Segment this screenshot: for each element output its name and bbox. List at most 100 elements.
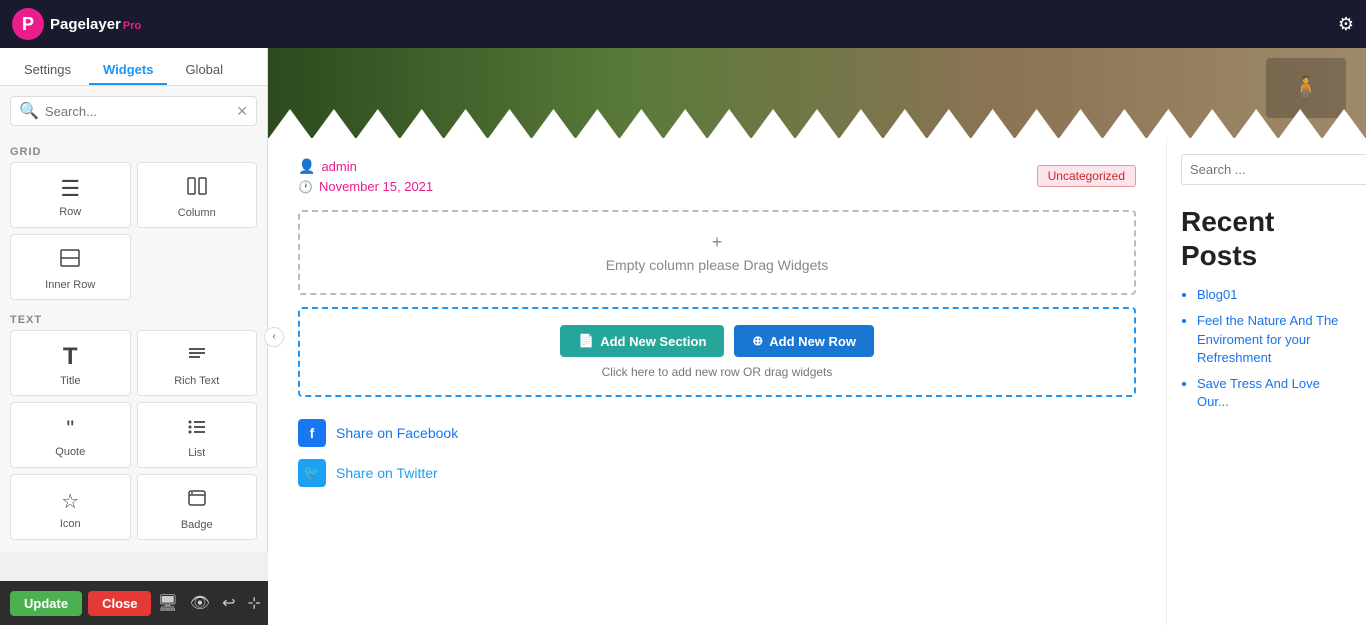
gear-button[interactable]: ⚙ <box>1338 14 1354 35</box>
widget-search-area: 🔍 ✕ <box>0 86 267 132</box>
sidebar-tabs: Settings Widgets Global <box>0 48 267 86</box>
twitter-icon: 🐦 <box>298 459 326 487</box>
tab-settings[interactable]: Settings <box>10 56 85 85</box>
widget-icon[interactable]: ☆ Icon <box>10 474 131 540</box>
clear-search-button[interactable]: ✕ <box>236 103 248 120</box>
author-name: admin <box>321 159 356 174</box>
topbar: P PagelayerPro ⚙ <box>0 0 1366 48</box>
drop-zone-text: Empty column please Drag Widgets <box>606 257 829 273</box>
post-meta: 👤 admin 🕐 November 15, 2021 Uncategorize… <box>298 158 1136 194</box>
sidebar: Settings Widgets Global 🔍 ✕ GRID ☰ Row <box>0 48 268 552</box>
share-twitter-button[interactable]: 🐦 Share on Twitter <box>298 453 1136 493</box>
widget-inner-row[interactable]: Inner Row <box>10 234 131 300</box>
clock-icon: 🕐 <box>298 180 313 194</box>
desktop-icon[interactable]: 🖥 <box>157 593 177 613</box>
widget-quote[interactable]: " Quote <box>10 402 131 468</box>
logo-pro-badge: Pro <box>123 20 141 32</box>
plus-circle-icon: ⊕ <box>752 333 763 349</box>
meta-left: 👤 admin 🕐 November 15, 2021 <box>298 158 433 194</box>
row-label: Row <box>59 206 81 218</box>
badge-label: Badge <box>181 519 213 531</box>
search-widget: Search <box>1181 154 1352 185</box>
add-section-label: Add New Section <box>600 334 706 349</box>
icon-icon: ☆ <box>61 489 79 514</box>
rich-text-icon <box>186 343 208 371</box>
recent-post-item[interactable]: Save Tress And Love Our... <box>1197 375 1352 411</box>
list-icon <box>186 415 208 443</box>
grid-widgets: ☰ Row Column <box>10 162 257 300</box>
plus-icon: + <box>320 232 1114 253</box>
widget-list: GRID ☰ Row Column <box>0 132 267 552</box>
title-label: Title <box>60 375 80 387</box>
widget-row[interactable]: ☰ Row <box>10 162 131 228</box>
widget-badge[interactable]: Badge <box>137 474 258 540</box>
hero-image: 🧍 <box>268 48 1366 138</box>
search-input-wrap: Search <box>1181 154 1352 185</box>
add-row-label: Add New Row <box>769 334 856 349</box>
user-icon: 👤 <box>298 158 315 175</box>
sidebar-wrapper: Settings Widgets Global 🔍 ✕ GRID ☰ Row <box>0 48 268 625</box>
post-date: 🕐 November 15, 2021 <box>298 179 433 194</box>
list-label: List <box>188 447 205 459</box>
tab-widgets[interactable]: Widgets <box>89 56 167 85</box>
logo-name-text: Pagelayer <box>50 16 121 33</box>
widget-list[interactable]: List <box>137 402 258 468</box>
column-icon <box>186 175 208 203</box>
add-section-area: 📄 Add New Section ⊕ Add New Row Click he… <box>298 307 1136 397</box>
logo-name: PagelayerPro <box>50 16 141 33</box>
add-row-button[interactable]: ⊕ Add New Row <box>734 325 874 357</box>
share-facebook-label: Share on Facebook <box>336 425 458 441</box>
right-search-input[interactable] <box>1181 154 1366 185</box>
main-layout: Settings Widgets Global 🔍 ✕ GRID ☰ Row <box>0 48 1366 625</box>
main-content-area: 👤 admin 🕐 November 15, 2021 Uncategorize… <box>268 138 1166 625</box>
post-author: 👤 admin <box>298 158 433 175</box>
page-content: 👤 admin 🕐 November 15, 2021 Uncategorize… <box>268 138 1366 625</box>
share-twitter-label: Share on Twitter <box>336 465 438 481</box>
recent-posts-list: Blog01 Feel the Nature And The Enviromen… <box>1181 286 1352 411</box>
recent-post-item[interactable]: Feel the Nature And The Enviroment for y… <box>1197 312 1352 367</box>
recent-post-item[interactable]: Blog01 <box>1197 286 1352 304</box>
grid-section-label: GRID <box>10 138 257 162</box>
right-sidebar: Search Recent Posts Blog01 Feel the Natu… <box>1166 138 1366 625</box>
bottom-bar: Update Close 🖥 👁 ↩ ⊹ <box>0 581 268 625</box>
share-section: f Share on Facebook 🐦 Share on Twitter <box>298 413 1136 493</box>
badge-icon <box>186 487 208 515</box>
widget-column[interactable]: Column <box>137 162 258 228</box>
update-button[interactable]: Update <box>10 591 82 616</box>
logo: P PagelayerPro <box>12 8 141 40</box>
category-badge: Uncategorized <box>1037 165 1136 187</box>
add-section-hint: Click here to add new row OR drag widget… <box>316 365 1118 379</box>
title-icon: T <box>63 343 78 371</box>
row-icon: ☰ <box>60 176 80 202</box>
history-icon[interactable]: ↩ <box>222 593 235 613</box>
share-facebook-button[interactable]: f Share on Facebook <box>298 413 1136 453</box>
text-section-label: TEXT <box>10 306 257 330</box>
widget-title[interactable]: T Title <box>10 330 131 396</box>
add-section-button[interactable]: 📄 Add New Section <box>560 325 724 357</box>
rich-text-label: Rich Text <box>174 375 219 387</box>
column-label: Column <box>178 207 216 219</box>
text-widgets: T Title Rich Text <box>10 330 257 540</box>
widget-rich-text[interactable]: Rich Text <box>137 330 258 396</box>
drop-zone: + Empty column please Drag Widgets <box>298 210 1136 295</box>
search-box: 🔍 ✕ <box>10 96 257 126</box>
search-icon: 🔍 <box>19 101 39 121</box>
add-section-buttons: 📄 Add New Section ⊕ Add New Row <box>316 325 1118 357</box>
canvas-area: 🧍 👤 admin 🕐 November 15, 2021 <box>268 48 1366 625</box>
inner-row-label: Inner Row <box>45 279 95 291</box>
eye-icon[interactable]: 👁 <box>190 593 210 613</box>
collapse-sidebar-button[interactable]: ‹ <box>264 327 284 347</box>
search-input[interactable] <box>45 104 230 119</box>
sitemap-icon[interactable]: ⊹ <box>248 593 261 613</box>
quote-icon: " <box>66 416 74 442</box>
tab-global[interactable]: Global <box>171 56 237 85</box>
bottom-icons: 🖥 👁 ↩ ⊹ <box>157 593 260 613</box>
quote-label: Quote <box>55 446 85 458</box>
close-button[interactable]: Close <box>88 591 151 616</box>
file-icon: 📄 <box>578 333 594 349</box>
date-text: November 15, 2021 <box>319 179 433 194</box>
inner-row-icon <box>59 247 81 275</box>
facebook-icon: f <box>298 419 326 447</box>
icon-label: Icon <box>60 518 81 530</box>
logo-icon: P <box>12 8 44 40</box>
